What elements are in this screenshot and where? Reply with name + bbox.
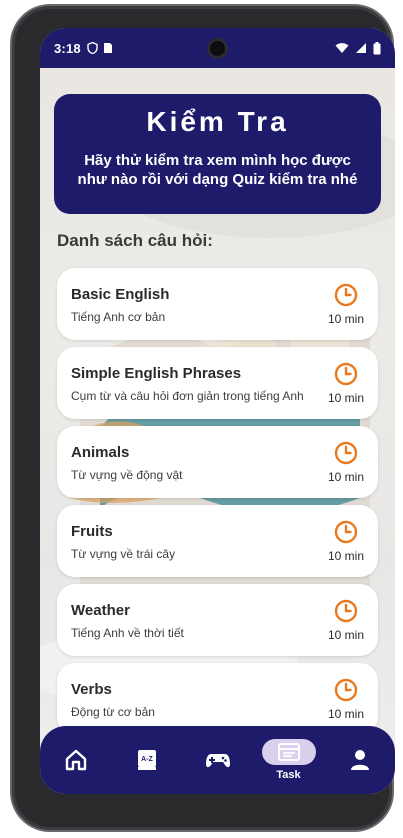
header-card: Kiểm Tra Hãy thử kiểm tra xem mình học đ… (54, 94, 381, 214)
quiz-card-simple-english-phrases[interactable]: Simple English Phrases Cụm từ và câu hỏi… (57, 347, 378, 419)
page-title: Kiểm Tra (146, 106, 289, 137)
quiz-subtitle: Tiếng Anh về thời tiết (71, 626, 184, 640)
section-title: Danh sách câu hỏi: (57, 231, 213, 250)
quiz-duration: 10 min (327, 549, 364, 563)
nav-home[interactable] (48, 734, 104, 786)
quiz-duration: 10 min (327, 312, 364, 326)
quiz-subtitle: Tiếng Anh cơ bản (71, 310, 166, 324)
clock-icon (334, 441, 358, 465)
nav-games[interactable] (190, 734, 246, 786)
status-time: 3:18 (54, 40, 81, 56)
quiz-subtitle: Từ vựng về động vật (71, 468, 183, 482)
nav-profile[interactable] (332, 734, 388, 786)
quiz-subtitle: Từ vựng về trái cây (71, 547, 176, 561)
quiz-duration: 10 min (327, 628, 364, 642)
gamepad-icon (205, 754, 230, 768)
svg-text:A-Z: A-Z (141, 756, 153, 763)
quiz-subtitle: Động từ cơ bản (71, 705, 155, 719)
quiz-card-verbs[interactable]: Verbs Động từ cơ bản 10 min (57, 663, 378, 735)
clock-icon (334, 678, 358, 702)
quiz-title: Verbs (71, 681, 112, 698)
active-indicator (261, 739, 316, 765)
sim-card-icon (103, 43, 112, 53)
signal-icon (356, 43, 366, 53)
quiz-duration: 10 min (327, 470, 364, 484)
clock-icon (334, 283, 358, 307)
quiz-title: Basic English (71, 286, 170, 303)
profile-icon (350, 750, 369, 770)
quiz-duration: 10 min (327, 707, 364, 721)
quiz-title: Weather (71, 602, 130, 619)
home-icon (65, 749, 86, 771)
nav-task[interactable]: Task (261, 734, 317, 786)
bottom-navigation: A-Z Task (40, 726, 395, 794)
clock-icon (334, 520, 358, 544)
quiz-card-fruits[interactable]: Fruits Từ vựng về trái cây 10 min (57, 505, 378, 577)
nav-dictionary[interactable]: A-Z (119, 734, 175, 786)
app-screen: 3:18 Kiểm Tra Hãy thử kiểm tra xem mình … (40, 28, 395, 794)
quiz-title: Simple English Phrases (71, 365, 242, 382)
quiz-subtitle: Cụm từ và câu hỏi đơn giản trong tiếng A… (71, 389, 304, 403)
clock-icon (334, 599, 358, 623)
dictionary-icon: A-Z (137, 750, 156, 770)
nav-task-label: Task (276, 769, 301, 781)
task-icon (277, 743, 300, 761)
clock-icon (334, 362, 358, 386)
page-subtitle: Hãy thử kiểm tra xem mình học được như n… (77, 152, 358, 188)
status-bar: 3:18 (40, 28, 395, 68)
quiz-duration: 10 min (327, 391, 364, 405)
front-camera (207, 38, 228, 59)
shield-icon (87, 42, 98, 54)
quiz-title: Fruits (71, 523, 113, 540)
quiz-title: Animals (71, 444, 130, 461)
quiz-card-basic-english[interactable]: Basic English Tiếng Anh cơ bản 10 min (57, 268, 378, 340)
quiz-card-weather[interactable]: Weather Tiếng Anh về thời tiết 10 min (57, 584, 378, 656)
wifi-icon (335, 43, 349, 53)
phone-frame: 3:18 Kiểm Tra Hãy thử kiểm tra xem mình … (10, 4, 395, 832)
quiz-card-animals[interactable]: Animals Từ vựng về động vật 10 min (57, 426, 378, 498)
battery-icon (373, 41, 381, 54)
quiz-list: Basic English Tiếng Anh cơ bản 10 min Si… (57, 268, 378, 742)
